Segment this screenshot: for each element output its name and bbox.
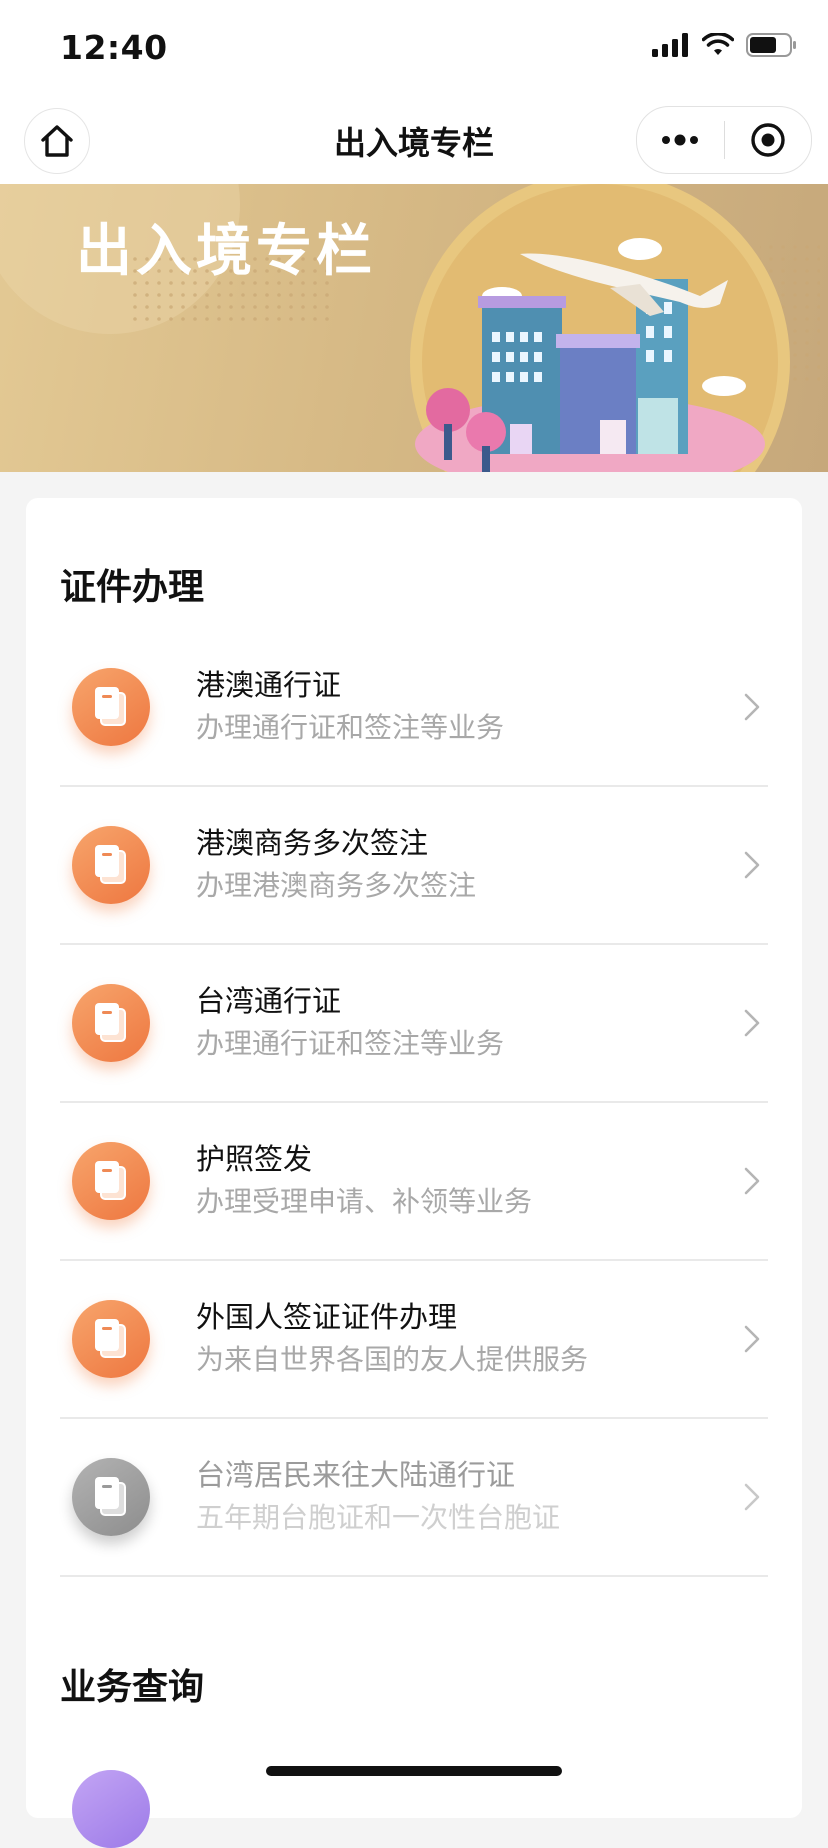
chevron-right-icon bbox=[744, 1009, 760, 1037]
wifi-icon bbox=[702, 33, 734, 55]
service-item-subtitle: 为来自世界各国的友人提供服务 bbox=[196, 1343, 589, 1376]
document-icon bbox=[72, 1458, 150, 1536]
chevron-right-icon bbox=[744, 1167, 760, 1195]
service-item-title: 台湾居民来往大陆通行证 bbox=[196, 1458, 516, 1492]
document-icon bbox=[72, 1300, 150, 1378]
service-item-hk-macau-permit[interactable]: 港澳通行证 办理通行证和签注等业务 bbox=[60, 628, 768, 787]
service-item-title: 外国人签证证件办理 bbox=[196, 1300, 458, 1334]
service-item-subtitle: 五年期台胞证和一次性台胞证 bbox=[196, 1501, 561, 1534]
service-item-passport[interactable]: 护照签发 办理受理申请、补领等业务 bbox=[60, 1102, 768, 1261]
service-item-title: 港澳通行证 bbox=[196, 668, 342, 702]
service-item-title: 台湾通行证 bbox=[196, 984, 342, 1018]
query-item-icon[interactable] bbox=[72, 1770, 150, 1848]
service-item-subtitle: 办理通行证和签注等业务 bbox=[196, 711, 505, 744]
service-item-title: 港澳商务多次签注 bbox=[196, 826, 429, 860]
status-time: 12:40 bbox=[60, 28, 168, 67]
service-item-taiwan-permit[interactable]: 台湾通行证 办理通行证和签注等业务 bbox=[60, 944, 768, 1103]
target-icon bbox=[751, 123, 785, 157]
status-icons bbox=[652, 32, 798, 58]
more-icon bbox=[662, 134, 699, 146]
chevron-right-icon bbox=[744, 693, 760, 721]
services-card: 证件办理 港澳通行证 办理通行证和签注等业务 港澳商务多次签注 办理港澳商务多次… bbox=[26, 498, 802, 1848]
section-title-certificates: 证件办理 bbox=[60, 567, 205, 608]
document-icon bbox=[72, 826, 150, 904]
service-item-subtitle: 办理受理申请、补领等业务 bbox=[196, 1185, 533, 1218]
service-item-title: 护照签发 bbox=[196, 1142, 313, 1176]
document-icon bbox=[72, 984, 150, 1062]
service-item-hk-macau-business-visa[interactable]: 港澳商务多次签注 办理港澳商务多次签注 bbox=[60, 786, 768, 945]
chevron-right-icon bbox=[744, 1325, 760, 1353]
document-icon bbox=[72, 668, 150, 746]
section-title-query: 业务查询 bbox=[60, 1667, 205, 1708]
more-button[interactable] bbox=[637, 107, 724, 173]
close-miniprogram-button[interactable] bbox=[725, 107, 812, 173]
signal-icon bbox=[652, 33, 688, 57]
banner-title: 出入境专栏 bbox=[76, 219, 376, 284]
status-bar: 12:40 bbox=[0, 0, 828, 100]
document-icon bbox=[72, 1142, 150, 1220]
nav-bar: 出入境专栏 bbox=[0, 100, 828, 184]
service-item-foreigner-visa[interactable]: 外国人签证证件办理 为来自世界各国的友人提供服务 bbox=[60, 1260, 768, 1419]
battery-icon bbox=[746, 33, 796, 57]
service-item-subtitle: 办理港澳商务多次签注 bbox=[196, 869, 477, 902]
service-item-taiwan-residents-permit[interactable]: 台湾居民来往大陆通行证 五年期台胞证和一次性台胞证 bbox=[60, 1418, 768, 1577]
chevron-right-icon bbox=[744, 851, 760, 879]
chevron-right-icon bbox=[744, 1483, 760, 1511]
banner: 出入境专栏 bbox=[0, 184, 828, 472]
capsule-menu bbox=[636, 106, 812, 174]
home-indicator[interactable] bbox=[266, 1766, 562, 1776]
service-item-subtitle: 办理通行证和签注等业务 bbox=[196, 1027, 505, 1060]
